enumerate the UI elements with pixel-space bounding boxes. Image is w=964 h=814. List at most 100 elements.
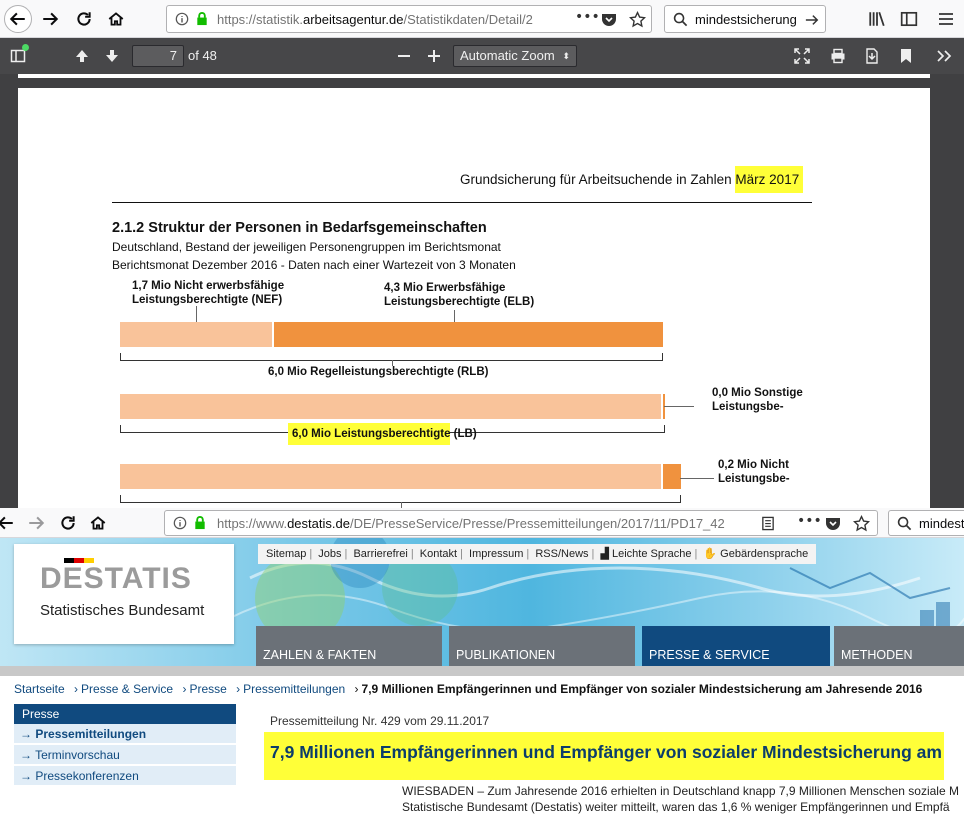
- nef-label-line2: Leistungsberechtigte (NEF): [132, 294, 283, 306]
- nav-barrierefrei[interactable]: Barrierefrei: [353, 548, 407, 560]
- next-page-button[interactable]: [102, 46, 122, 66]
- pdf-viewer[interactable]: Grundsicherung für Arbeitsuchende in Zah…: [0, 74, 964, 508]
- reader-view-icon[interactable]: [761, 516, 775, 531]
- easy-language-icon: ▟: [600, 548, 609, 560]
- destatis-browser-window: https://www.destatis.de/DE/PresseService…: [0, 508, 964, 814]
- bar-segment-1-1: [120, 322, 272, 347]
- header-rule: [112, 202, 812, 203]
- nav-impressum[interactable]: Impressum: [469, 548, 523, 560]
- zoom-select[interactable]: Automatic Zoom ⬍: [453, 45, 577, 67]
- bookmark-button[interactable]: [896, 46, 916, 66]
- back-button-2[interactable]: [0, 509, 20, 537]
- previous-page-button[interactable]: [72, 46, 92, 66]
- nef-label-line1: 1,7 Mio Nicht erwerbsfähige: [132, 280, 285, 292]
- notification-dot-icon: [22, 44, 29, 51]
- bookmark-icon: [901, 49, 911, 63]
- back-button[interactable]: [4, 5, 32, 33]
- pdf-header-date: März 2017: [735, 166, 804, 193]
- forward-button-2[interactable]: [22, 509, 50, 537]
- back-arrow-icon: [9, 12, 25, 26]
- nav-rss[interactable]: RSS/News: [535, 548, 588, 560]
- nav-leichte-sprache[interactable]: Leichte Sprache: [612, 548, 692, 560]
- breadcrumb-chevron-icon: ›: [74, 682, 79, 696]
- elb-label-line1: 4,3 Mio Erwerbsfähige: [384, 282, 506, 294]
- flag-stripe-black-icon: [64, 558, 74, 563]
- elb-label-line2: Leistungsberechtigte (ELB): [384, 296, 535, 308]
- url-bar-2[interactable]: https://www.destatis.de/DE/PresseService…: [164, 510, 878, 536]
- search-box[interactable]: mindestsicherung: [664, 5, 826, 33]
- lb-total-rest: (LB): [450, 428, 477, 440]
- pocket-icon[interactable]: [601, 12, 617, 27]
- sidebar-heading-presse[interactable]: Presse: [14, 704, 236, 724]
- search-text: mindestsicherung: [695, 12, 797, 27]
- page-actions-icon[interactable]: •••: [797, 513, 822, 529]
- lock-icon: [195, 516, 205, 530]
- search-go-arrow-icon[interactable]: [805, 13, 819, 27]
- tools-button[interactable]: [934, 46, 954, 66]
- tab-methoden[interactable]: METHODEN: [834, 626, 964, 666]
- pocket-icon[interactable]: [825, 516, 841, 531]
- forward-button[interactable]: [36, 5, 64, 33]
- arrow-up-icon: [76, 50, 88, 62]
- sidebar-toggle-icon[interactable]: [900, 10, 918, 28]
- home-icon: [90, 516, 106, 530]
- breadcrumb-pressemitteilungen[interactable]: Pressemitteilungen: [243, 682, 345, 696]
- flag-stripe-red-icon: [74, 558, 84, 563]
- home-button[interactable]: [102, 5, 130, 33]
- download-button[interactable]: [862, 46, 882, 66]
- pdf-header-text: Grundsicherung für Arbeitsuchende in Zah…: [460, 172, 736, 187]
- destatis-logo[interactable]: DESTATIS Statistisches Bundesamt: [14, 544, 234, 644]
- sonstige-label-line2: Leistungsbe-: [712, 401, 784, 413]
- page-actions-icon[interactable]: •••: [575, 9, 600, 25]
- pdf-sidebar-toggle[interactable]: [8, 44, 29, 66]
- home-button-2[interactable]: [84, 509, 112, 537]
- breadcrumb: Startseite › Presse & Service › Presse › Pr…: [14, 682, 922, 696]
- breadcrumb-current: 7,9 Millionen Empfängerinnen und Empfäng…: [361, 682, 923, 696]
- plus-icon: [428, 50, 440, 62]
- info-icon: [173, 516, 187, 530]
- reload-button[interactable]: [70, 5, 98, 33]
- tab-zahlen-fakten[interactable]: ZAHLEN & FAKTEN: [256, 626, 442, 666]
- sidebar-item-pressemitteilungen[interactable]: → Pressemitteilungen: [14, 724, 236, 745]
- nav-sitemap[interactable]: Sitemap: [266, 548, 306, 560]
- zoom-in-button[interactable]: [424, 46, 444, 66]
- tab-publikationen[interactable]: PUBLIKATIONEN: [449, 626, 635, 666]
- breadcrumb-presse-service[interactable]: Presse & Service: [81, 682, 173, 696]
- bookmark-star-icon[interactable]: [629, 11, 646, 28]
- press-release-number: Pressemitteilung Nr. 429 vom 29.11.2017: [270, 714, 490, 728]
- bar-segment-3-1: [120, 464, 661, 489]
- hamburger-menu-icon[interactable]: [938, 11, 954, 27]
- forward-arrow-icon: [29, 516, 45, 530]
- nicht-lb-label-line2: Leistungsbe-: [718, 473, 790, 485]
- elb-label: 4,3 Mio Erwerbsfähige Leistungsberechtig…: [384, 281, 534, 309]
- library-icon[interactable]: [868, 10, 886, 28]
- breadcrumb-startseite[interactable]: Startseite: [14, 682, 65, 696]
- sidebar-item-pressekonferenzen[interactable]: → Pressekonferenzen: [14, 766, 236, 787]
- zoom-out-button[interactable]: [394, 46, 414, 66]
- nav-jobs[interactable]: Jobs: [318, 548, 341, 560]
- info-icon: [175, 12, 189, 26]
- section-title: 2.1.2 Struktur der Personen in Bedarfsge…: [112, 220, 487, 236]
- search-box-2[interactable]: mindest: [888, 510, 964, 536]
- presentation-mode-button[interactable]: [792, 46, 812, 66]
- sidebar-item-terminvorschau[interactable]: → Terminvorschau: [14, 745, 236, 766]
- browser-toolbar-2: https://www.destatis.de/DE/PresseService…: [0, 508, 964, 538]
- logo-subtitle: Statistisches Bundesamt: [40, 602, 205, 619]
- reload-button-2[interactable]: [54, 509, 82, 537]
- tab-presse-service[interactable]: PRESSE & SERVICE: [642, 626, 830, 666]
- zoom-value: Automatic Zoom: [460, 48, 555, 63]
- url-bar[interactable]: https://statistik.arbeitsagentur.de/Stat…: [166, 5, 652, 33]
- home-icon: [108, 12, 124, 26]
- nav-gebaerdensprache[interactable]: Gebärdensprache: [720, 548, 808, 560]
- bookmark-star-icon[interactable]: [853, 515, 870, 532]
- breadcrumb-chevron-icon: ›: [236, 682, 241, 696]
- browser-toolbar: https://statistik.arbeitsagentur.de/Stat…: [0, 0, 964, 38]
- nav-kontakt[interactable]: Kontakt: [420, 548, 457, 560]
- breadcrumb-chevron-icon: ›: [354, 682, 359, 696]
- lock-icon: [197, 12, 207, 26]
- print-button[interactable]: [828, 46, 848, 66]
- lb-total-label: 6,0 Mio Leistungsberechtigte (LB): [288, 423, 477, 445]
- page-number-input[interactable]: 7: [132, 45, 184, 67]
- breadcrumb-presse[interactable]: Presse: [189, 682, 226, 696]
- press-release-content: Pressemitteilung Nr. 429 vom 29.11.2017 …: [252, 704, 964, 814]
